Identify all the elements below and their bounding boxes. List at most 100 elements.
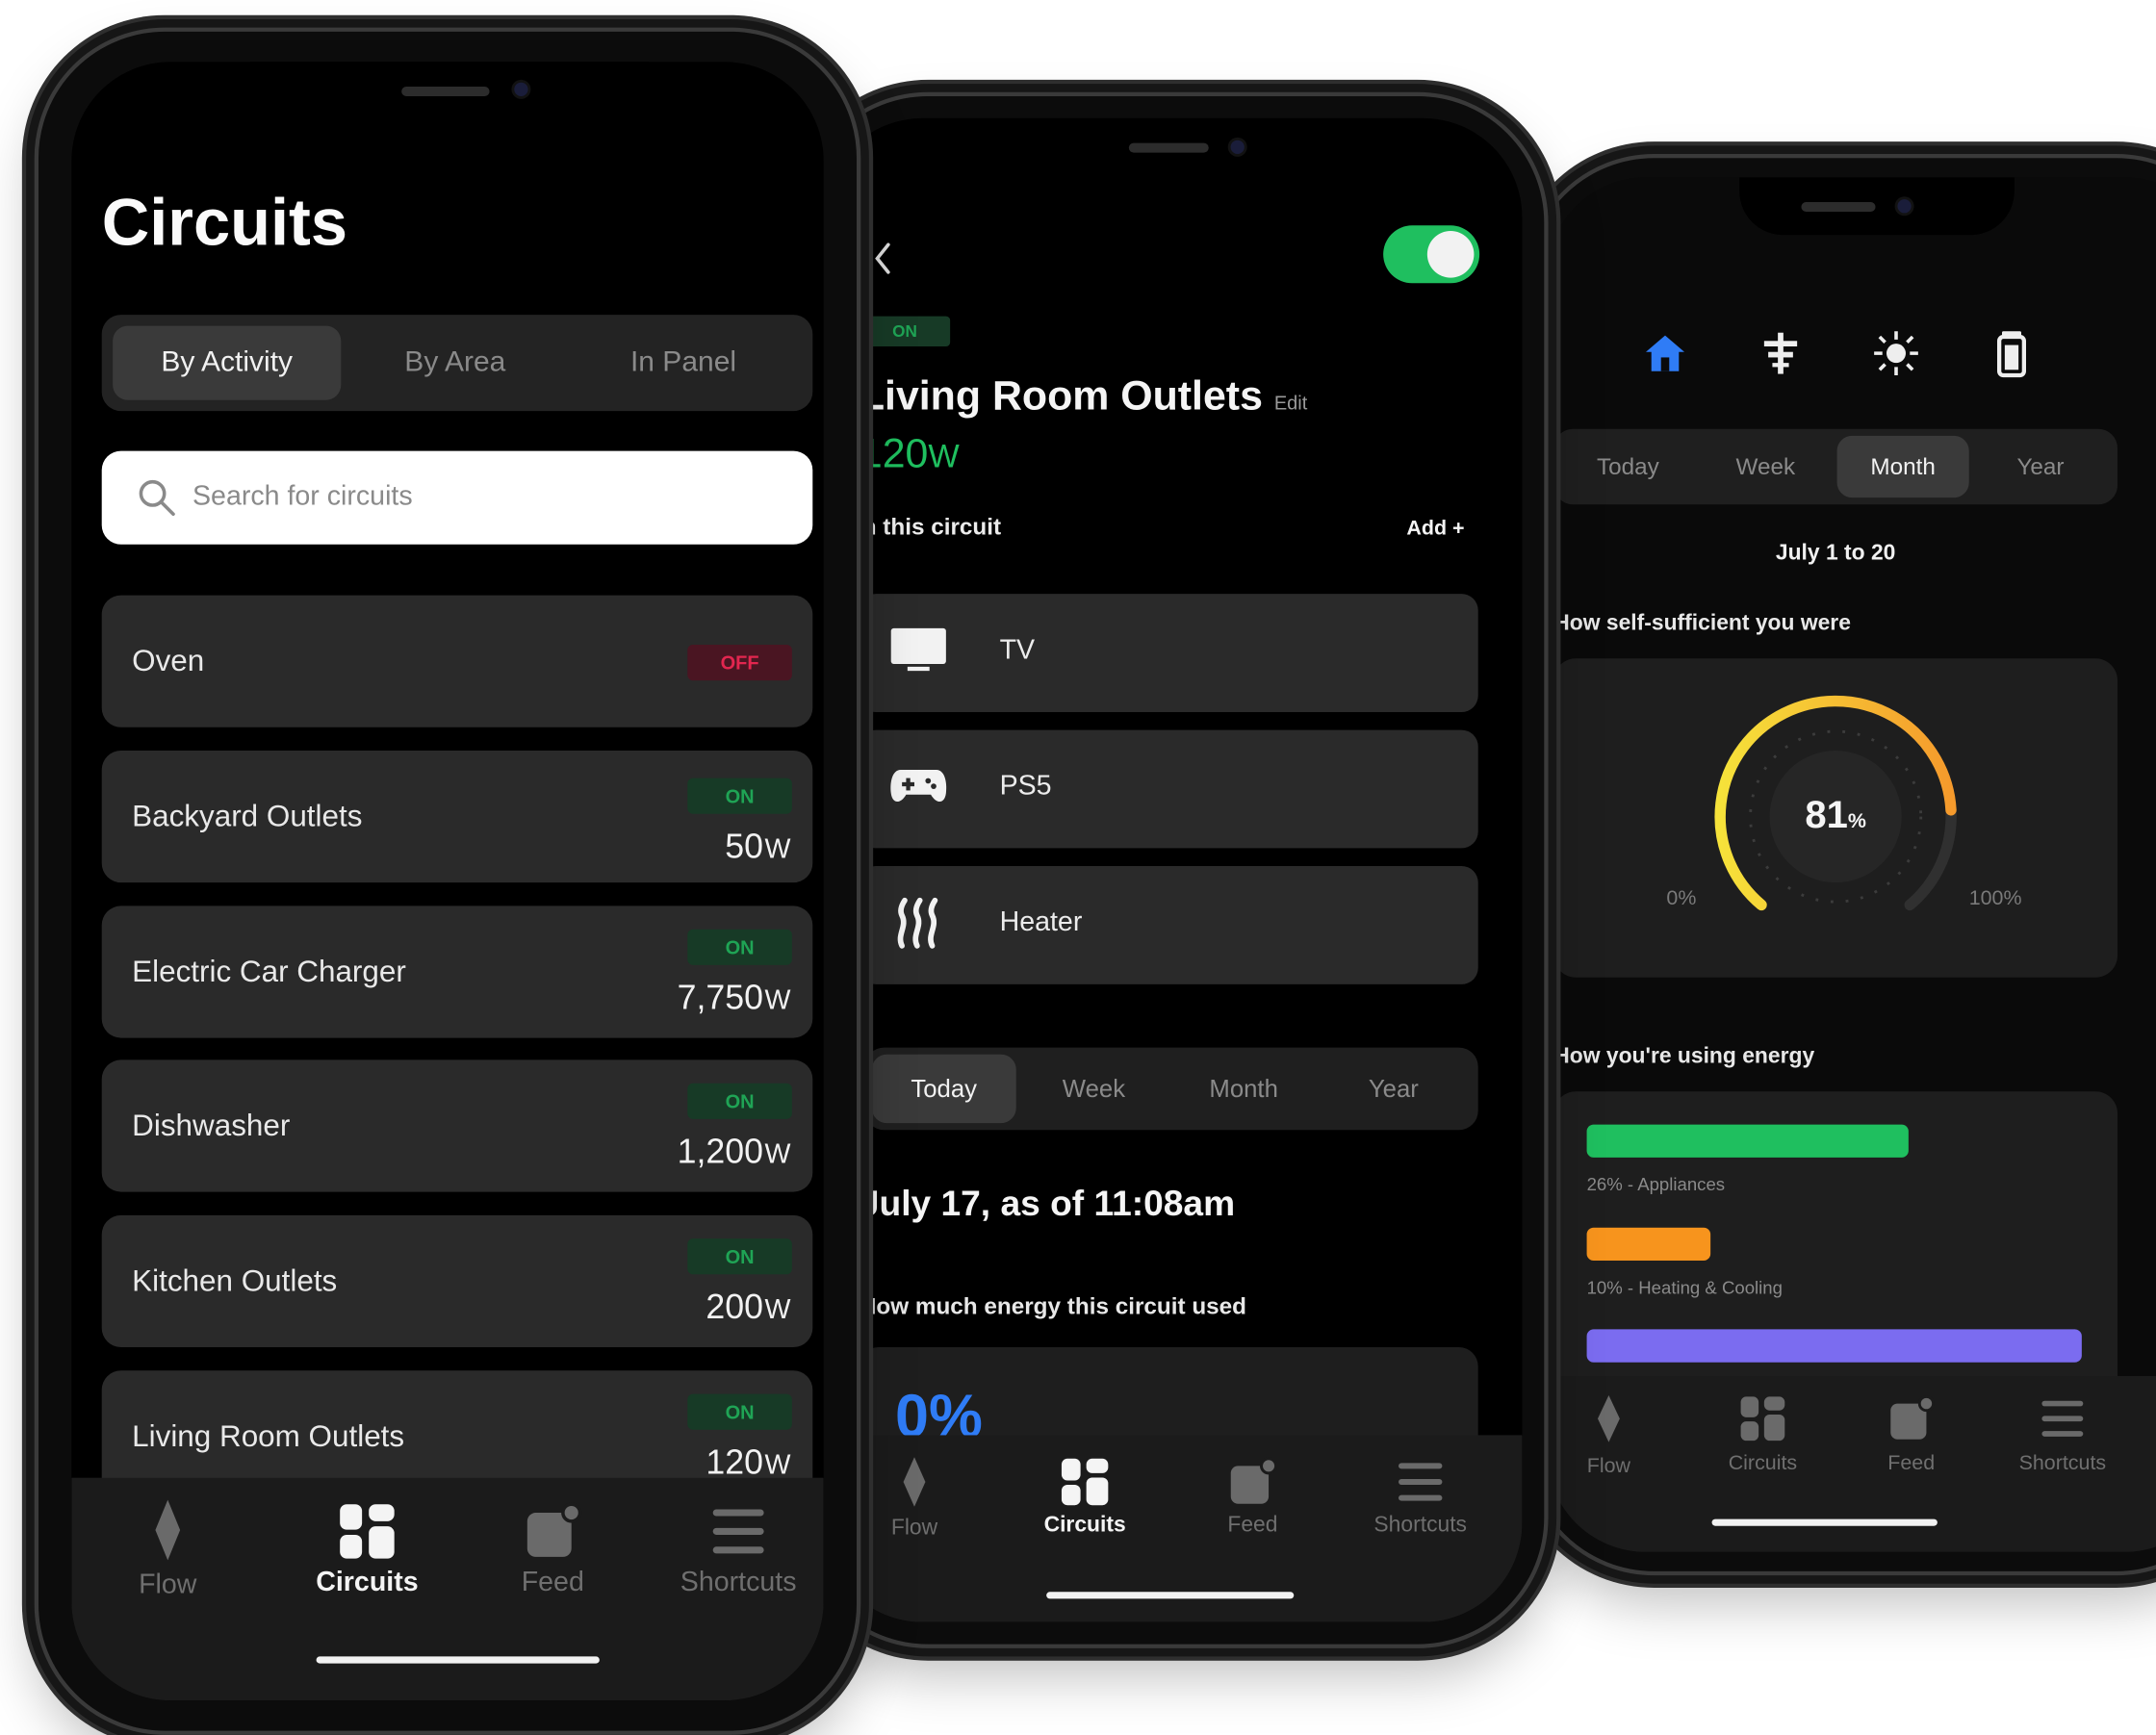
tab-in-panel[interactable]: In Panel	[569, 326, 797, 400]
view-selector: By Activity By Area In Panel	[101, 315, 813, 412]
phone-energy-summary: Today Week Month Year July 1 to 20 How s…	[1523, 153, 2156, 1576]
phone-screen: ON Living Room Outlets Edit 120W n this …	[823, 117, 1523, 1622]
usage-label-appliances: 26% - Appliances	[1586, 1173, 1726, 1195]
shortcuts-icon	[712, 1509, 764, 1554]
period-selector: Today Week Month Year	[864, 1047, 1478, 1131]
circuit-name: Living Room Outlets	[132, 1418, 405, 1453]
status-badge: OFF	[687, 644, 792, 681]
status-badge: ON	[687, 929, 792, 965]
circuit-card-dishwasher[interactable]: Dishwasher ON 1,200W	[101, 1059, 813, 1192]
circuit-power-toggle[interactable]	[1383, 225, 1480, 284]
circuits-icon	[340, 1504, 395, 1559]
usage-bar-appliances	[1586, 1124, 1909, 1158]
period-month[interactable]: Month	[1171, 1055, 1316, 1123]
status-badge: ON	[687, 1393, 792, 1430]
phone-screen: Today Week Month Year July 1 to 20 How s…	[1547, 177, 2156, 1552]
tab-flow[interactable]: Flow	[113, 1497, 222, 1602]
tab-bar: Flow Circuits Feed Shortcuts	[823, 1435, 1523, 1622]
phone-screen: Circuits By Activity By Area In Panel Se…	[71, 62, 824, 1701]
period-today[interactable]: Today	[871, 1054, 1016, 1124]
tab-bar: Flow Circuits Feed Shortcuts	[1547, 1375, 2156, 1552]
circuit-name: Backyard Outlets	[132, 798, 363, 833]
home-icon[interactable]	[1640, 328, 1689, 377]
tab-shortcuts[interactable]: Shortcuts	[2001, 1395, 2125, 1475]
tab-by-area[interactable]: By Area	[341, 326, 569, 400]
period-today[interactable]: Today	[1562, 436, 1694, 498]
back-chevron-icon[interactable]	[870, 240, 895, 278]
circuit-power: 120W	[859, 431, 960, 477]
tab-flow[interactable]: Flow	[1560, 1392, 1656, 1478]
gauge-max-label: 100%	[1968, 886, 2022, 910]
period-week[interactable]: Week	[1021, 1055, 1166, 1123]
tab-feed[interactable]: Feed	[1197, 1457, 1307, 1538]
period-month[interactable]: Month	[1836, 435, 1969, 498]
tab-feed[interactable]: Feed	[491, 1502, 615, 1598]
device-row-ps5[interactable]: PS5	[859, 729, 1478, 849]
energy-heading: How you're using energy	[1553, 1044, 1815, 1068]
tab-circuits[interactable]: Circuits	[1701, 1395, 1825, 1475]
usage-label-heating-cooling: 10% - Heating & Cooling	[1586, 1277, 1783, 1298]
tab-circuits[interactable]: Circuits	[1019, 1457, 1151, 1538]
edit-link[interactable]: Edit	[1274, 392, 1307, 414]
tab-circuits[interactable]: Circuits	[292, 1502, 443, 1598]
tab-shortcuts[interactable]: Shortcuts	[1354, 1457, 1486, 1538]
circuit-name: Electric Car Charger	[132, 954, 406, 989]
circuit-card-backyard-outlets[interactable]: Backyard Outlets ON 50W	[101, 750, 813, 883]
device-row-heater[interactable]: Heater	[859, 865, 1478, 984]
date-range: July 1 to 20	[1775, 541, 1896, 566]
circuit-name: Kitchen Outlets	[132, 1263, 338, 1298]
period-selector: Today Week Month Year	[1553, 428, 2118, 505]
gauge-value: 81%	[1805, 793, 1866, 836]
circuit-title: Living Room Outlets Edit	[859, 373, 1308, 420]
shortcuts-icon	[1399, 1463, 1443, 1501]
circuit-name: Oven	[132, 643, 205, 678]
battery-icon[interactable]	[1987, 328, 2036, 378]
add-device-button[interactable]: Add +	[1406, 517, 1464, 540]
tab-feed[interactable]: Feed	[1863, 1394, 1960, 1475]
page-title: Circuits	[101, 187, 348, 260]
circuits-icon	[1061, 1458, 1109, 1506]
circuit-name: Dishwasher	[132, 1108, 291, 1143]
search-placeholder: Search for circuits	[192, 480, 413, 512]
device-name: TV	[999, 634, 1036, 666]
gauge-min-label: 0%	[1666, 886, 1697, 910]
home-indicator	[1046, 1592, 1295, 1599]
shortcuts-icon	[2041, 1400, 2084, 1437]
circuit-card-kitchen-outlets[interactable]: Kitchen Outlets ON 200W	[101, 1214, 813, 1347]
circuits-icon	[1740, 1396, 1785, 1442]
home-indicator	[316, 1656, 600, 1664]
circuit-power: 7,750W	[677, 979, 791, 1018]
date-heading: July 17, as of 11:08am	[859, 1182, 1236, 1224]
usage-heading: How much energy this circuit used	[859, 1293, 1247, 1320]
circuit-card-electric-car-charger[interactable]: Electric Car Charger ON 7,750W	[101, 906, 813, 1038]
devices-section-label: n this circuit	[861, 514, 1002, 541]
tab-by-activity[interactable]: By Activity	[113, 325, 342, 400]
tab-bar: Flow Circuits Feed Shortcuts	[71, 1477, 824, 1701]
period-year[interactable]: Year	[1322, 1055, 1466, 1123]
sun-icon[interactable]	[1871, 328, 1920, 377]
phone-circuit-detail: ON Living Room Outlets Edit 120W n this …	[797, 91, 1549, 1648]
tab-shortcuts[interactable]: Shortcuts	[663, 1502, 814, 1598]
self-sufficiency-card: 81% 0% 100%	[1553, 658, 2118, 978]
tv-icon	[889, 626, 947, 680]
device-name: PS5	[999, 771, 1052, 802]
grid-tower-icon[interactable]	[1756, 328, 1805, 377]
flow-icon	[1597, 1394, 1620, 1442]
status-badge: ON	[687, 1083, 792, 1119]
heater-icon	[892, 896, 941, 957]
device-name: Heater	[999, 906, 1083, 938]
period-year[interactable]: Year	[1974, 436, 2106, 498]
search-icon	[138, 478, 176, 523]
search-input[interactable]: Search for circuits	[101, 450, 813, 545]
tab-flow[interactable]: Flow	[865, 1454, 964, 1541]
self-sufficient-heading: How self-sufficient you were	[1553, 611, 1851, 635]
circuit-card-oven[interactable]: Oven OFF	[101, 595, 813, 727]
device-row-tv[interactable]: TV	[859, 594, 1478, 712]
status-badge: ON	[859, 316, 951, 346]
period-week[interactable]: Week	[1700, 436, 1832, 498]
circuit-power: 200W	[706, 1288, 791, 1327]
feed-icon	[1890, 1394, 1935, 1440]
flow-icon	[155, 1499, 181, 1561]
circuit-power: 50W	[725, 827, 791, 866]
circuit-power: 1,200W	[677, 1133, 791, 1172]
